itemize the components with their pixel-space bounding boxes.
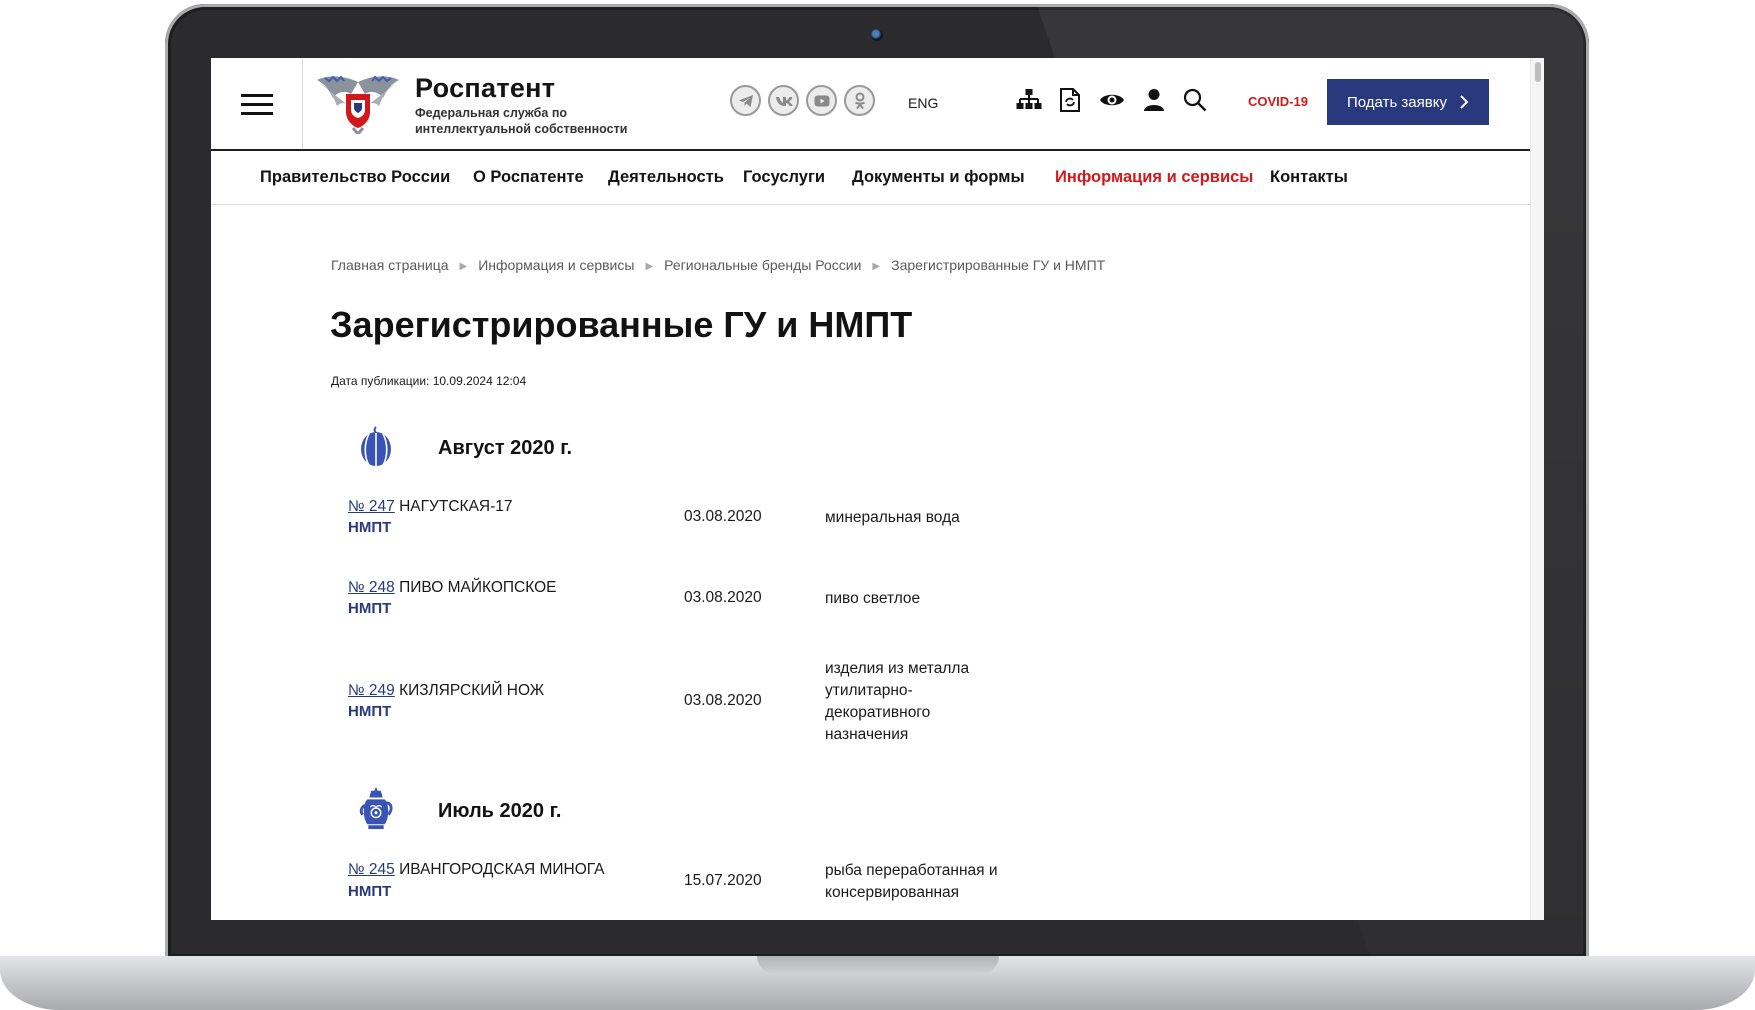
entry-245-desc: рыба переработанная и консервированная	[825, 862, 998, 901]
social-links	[730, 85, 875, 119]
youtube-icon[interactable]	[806, 85, 837, 116]
breadcrumb-home[interactable]: Главная страница	[331, 257, 449, 273]
vk-icon[interactable]	[768, 85, 799, 116]
chevron-right-icon: ▶	[872, 261, 881, 272]
nav-item-government[interactable]: Правительство России	[260, 168, 450, 187]
page-title: Зарегистрированные ГУ и НМПТ	[330, 304, 913, 345]
entry-247-title: № 247 НАГУТСКАЯ-17	[348, 498, 513, 516]
entry-245-title: № 245 ИВАНГОРОДСКАЯ МИНОГА	[348, 861, 604, 879]
document-refresh-icon[interactable]	[1055, 85, 1085, 115]
entry-245-type: НМПТ	[348, 883, 392, 900]
breadcrumb: Главная страница ▶ Информация и сервисы ▶ Ре…	[331, 257, 1105, 273]
teapot-icon	[359, 786, 393, 830]
breadcrumb-info[interactable]: Информация и сервисы	[478, 257, 634, 273]
telegram-icon[interactable]	[730, 85, 761, 116]
entry-249-name: КИЗЛЯРСКИЙ НОЖ	[399, 682, 545, 699]
site-header: Роспатент Федеральная служба по интеллек…	[211, 58, 1531, 151]
entry-247-link[interactable]: № 247	[348, 498, 395, 515]
nav-item-services[interactable]: Госуслуги	[743, 168, 825, 187]
apply-button[interactable]: Подать заявку	[1327, 79, 1489, 125]
header-divider	[302, 58, 303, 149]
language-switch[interactable]: ENG	[908, 95, 938, 111]
entry-247-name: НАГУТСКАЯ-17	[399, 498, 513, 515]
chevron-right-icon	[1460, 95, 1469, 109]
browser-viewport: Роспатент Федеральная служба по интеллек…	[211, 58, 1544, 920]
entry-249-date: 03.08.2020	[684, 692, 762, 709]
nav-item-contacts[interactable]: Контакты	[1270, 168, 1348, 187]
menu-icon[interactable]	[241, 94, 273, 116]
watermelon-icon	[361, 426, 391, 466]
entry-248-title: № 248 ПИВО МАЙКОПСКОЕ	[348, 579, 556, 597]
user-icon[interactable]	[1139, 85, 1169, 115]
chevron-right-icon: ▶	[459, 261, 468, 272]
scrollbar[interactable]	[1530, 58, 1544, 920]
breadcrumb-brands[interactable]: Региональные бренды России	[664, 257, 861, 273]
laptop-base-notch	[757, 956, 999, 974]
breadcrumb-current: Зарегистрированные ГУ и НМПТ	[891, 257, 1106, 273]
chevron-right-icon: ▶	[645, 261, 654, 272]
sitemap-icon[interactable]	[1014, 85, 1044, 115]
nav-item-activity[interactable]: Деятельность	[608, 168, 724, 187]
entry-245-date: 15.07.2020	[684, 872, 762, 889]
brand-name[interactable]: Роспатент	[415, 73, 555, 104]
entry-248-type: НМПТ	[348, 600, 392, 617]
entry-248-date: 03.08.2020	[684, 589, 762, 606]
month-title-august: Август 2020 г.	[438, 437, 573, 459]
nav-item-documents[interactable]: Документы и формы	[852, 168, 1025, 187]
camera-icon	[871, 29, 883, 41]
entry-247-type: НМПТ	[348, 519, 392, 536]
publication-date: Дата публикации: 10.09.2024 12:04	[331, 374, 527, 388]
search-icon[interactable]	[1180, 85, 1210, 115]
entry-247-desc: минеральная вода	[825, 509, 960, 526]
entry-247-date: 03.08.2020	[684, 508, 762, 525]
entry-248-name: ПИВО МАЙКОПСКОЕ	[399, 579, 557, 596]
month-title-july: Июль 2020 г.	[438, 800, 562, 822]
entry-249-desc: изделия из металла утилитарно-декоративн…	[825, 660, 970, 743]
covid-link[interactable]: COVID-19	[1248, 94, 1308, 109]
laptop-mockup: Роспатент Федеральная служба по интеллек…	[0, 0, 1755, 1010]
brand-subtitle: Федеральная служба по интеллектуальной с…	[415, 106, 628, 136]
apply-button-label: Подать заявку	[1347, 93, 1447, 111]
entry-249-link[interactable]: № 249	[348, 682, 395, 699]
main-nav: Правительство России О Роспатенте Деятел…	[211, 151, 1531, 205]
entry-245-name: ИВАНГОРОДСКАЯ МИНОГА	[399, 861, 605, 878]
entry-249-title: № 249 КИЗЛЯРСКИЙ НОЖ	[348, 682, 544, 700]
entry-245-link[interactable]: № 245	[348, 861, 395, 878]
odnoklassniki-icon[interactable]	[844, 85, 875, 116]
entry-248-desc: пиво светлое	[825, 590, 921, 607]
nav-item-about[interactable]: О Роспатенте	[473, 168, 584, 187]
entry-249-type: НМПТ	[348, 703, 392, 720]
scrollbar-thumb[interactable]	[1535, 62, 1541, 82]
nav-item-info[interactable]: Информация и сервисы	[1055, 168, 1253, 187]
entry-248-link[interactable]: № 248	[348, 579, 395, 596]
eagle-emblem-icon[interactable]	[315, 72, 401, 134]
accessibility-eye-icon[interactable]	[1097, 85, 1127, 115]
